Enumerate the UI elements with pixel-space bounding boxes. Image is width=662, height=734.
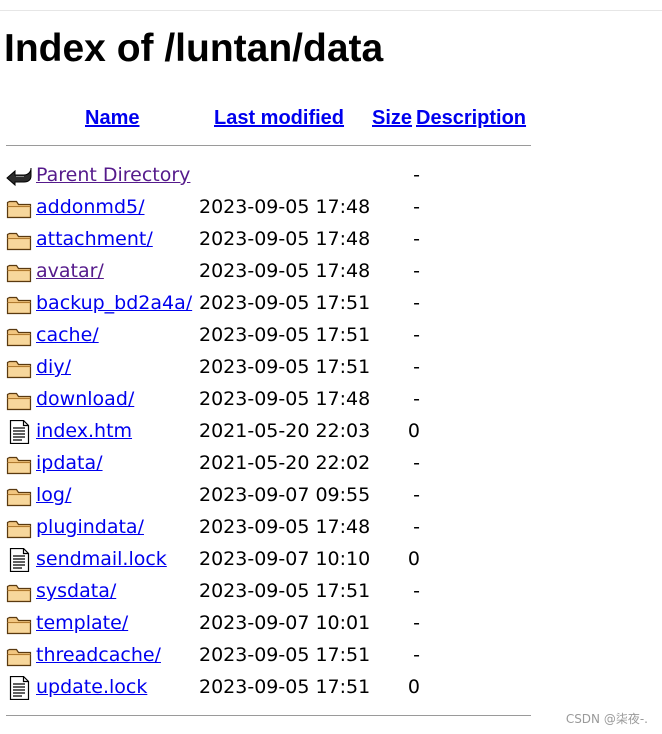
entry-last-modified: 2021-05-20 22:03 bbox=[199, 420, 371, 442]
listing-row: download/2023-09-05 17:48 - bbox=[0, 384, 560, 416]
entry-last-modified: 2023-09-05 17:51 bbox=[199, 580, 371, 602]
folder-icon bbox=[6, 612, 32, 636]
entry-name-link[interactable]: download/ bbox=[36, 386, 134, 412]
entry-name-link[interactable]: update.lock bbox=[36, 674, 147, 700]
entry-size: - bbox=[413, 356, 420, 378]
folder-icon bbox=[6, 644, 32, 668]
listing-row: update.lock 2023-09-05 17:51 0 bbox=[0, 672, 560, 704]
parent-directory-link[interactable]: Parent Directory bbox=[36, 162, 190, 188]
entry-last-modified: 2023-09-05 17:48 bbox=[199, 196, 371, 218]
entry-last-modified: 2023-09-07 09:55 bbox=[199, 484, 371, 506]
entry-name-link[interactable]: plugindata/ bbox=[36, 514, 144, 540]
entry-size: - bbox=[413, 484, 420, 506]
entry-name-link[interactable]: cache/ bbox=[36, 322, 99, 348]
header-divider bbox=[6, 145, 531, 146]
entry-last-modified: 2023-09-05 17:51 bbox=[199, 644, 371, 666]
folder-icon bbox=[6, 324, 32, 348]
column-header-name[interactable]: Name bbox=[85, 104, 139, 132]
parent-directory-row: Parent Directory - bbox=[0, 160, 560, 192]
entry-last-modified: 2023-09-05 17:48 bbox=[199, 260, 371, 282]
back-arrow-icon bbox=[6, 164, 32, 188]
entry-size: - bbox=[413, 388, 420, 410]
text-file-icon bbox=[6, 420, 32, 444]
entry-last-modified: 2023-09-05 17:51 bbox=[199, 324, 371, 346]
listing-row: avatar/2023-09-05 17:48 - bbox=[0, 256, 560, 288]
listing-row: index.htm 2021-05-20 22:03 0 bbox=[0, 416, 560, 448]
watermark: CSDN @柒夜-. bbox=[565, 712, 648, 726]
entry-name-link[interactable]: attachment/ bbox=[36, 226, 153, 252]
entry-last-modified: 2023-09-07 10:10 bbox=[199, 548, 371, 570]
entry-name-link[interactable]: sendmail.lock bbox=[36, 546, 167, 572]
entry-last-modified: 2023-09-05 17:51 bbox=[199, 292, 371, 314]
entry-last-modified: 2023-09-05 17:48 bbox=[199, 516, 371, 538]
column-header-size[interactable]: Size bbox=[372, 104, 412, 132]
folder-icon bbox=[6, 516, 32, 540]
listing-row: backup_bd2a4a/2023-09-05 17:51 - bbox=[0, 288, 560, 320]
column-header-description[interactable]: Description bbox=[416, 104, 526, 132]
folder-icon bbox=[6, 452, 32, 476]
listing-row: diy/2023-09-05 17:51 - bbox=[0, 352, 560, 384]
entry-size: 0 bbox=[407, 548, 420, 570]
entry-size: - bbox=[413, 196, 420, 218]
top-divider bbox=[0, 10, 662, 11]
listing-row: cache/2023-09-05 17:51 - bbox=[0, 320, 560, 352]
listing-row: template/2023-09-07 10:01 - bbox=[0, 608, 560, 640]
listing-row: ipdata/2021-05-20 22:02 - bbox=[0, 448, 560, 480]
entry-name-link[interactable]: log/ bbox=[36, 482, 71, 508]
text-file-icon bbox=[6, 676, 32, 700]
column-header-last-modified[interactable]: Last modified bbox=[214, 104, 344, 132]
listing-row: log/2023-09-07 09:55 - bbox=[0, 480, 560, 512]
folder-icon bbox=[6, 292, 32, 316]
folder-icon bbox=[6, 196, 32, 220]
entry-last-modified: 2021-05-20 22:02 bbox=[199, 452, 371, 474]
entry-size: - bbox=[413, 516, 420, 538]
entry-size: - bbox=[413, 228, 420, 250]
entry-last-modified: 2023-09-05 17:48 bbox=[199, 388, 371, 410]
entry-size: 0 bbox=[407, 676, 420, 698]
entry-size: - bbox=[413, 260, 420, 282]
entry-name-link[interactable]: sysdata/ bbox=[36, 578, 116, 604]
entry-size: - bbox=[413, 292, 420, 314]
text-file-icon bbox=[6, 548, 32, 572]
entry-name-link[interactable]: threadcache/ bbox=[36, 642, 161, 668]
folder-icon bbox=[6, 228, 32, 252]
entry-size: - bbox=[413, 612, 420, 634]
listing-row: threadcache/2023-09-05 17:51 - bbox=[0, 640, 560, 672]
entry-name-link[interactable]: backup_bd2a4a/ bbox=[36, 290, 192, 316]
listing-row: attachment/2023-09-05 17:48 - bbox=[0, 224, 560, 256]
entry-last-modified: 2023-09-05 17:51 bbox=[199, 356, 371, 378]
entry-name-link[interactable]: avatar/ bbox=[36, 258, 104, 284]
entry-last-modified: 2023-09-07 10:01 bbox=[199, 612, 371, 634]
listing-row: sendmail.lock 2023-09-07 10:10 0 bbox=[0, 544, 560, 576]
entry-last-modified: 2023-09-05 17:48 bbox=[199, 228, 371, 250]
entry-size: - bbox=[413, 164, 420, 186]
entry-name-link[interactable]: addonmd5/ bbox=[36, 194, 145, 220]
entry-size: - bbox=[413, 452, 420, 474]
entry-last-modified: 2023-09-05 17:51 bbox=[199, 676, 371, 698]
entry-name-link[interactable]: ipdata/ bbox=[36, 450, 103, 476]
entry-size: 0 bbox=[407, 420, 420, 442]
entry-name-link[interactable]: diy/ bbox=[36, 354, 71, 380]
entry-name-link[interactable]: index.htm bbox=[36, 418, 132, 444]
entry-size: - bbox=[413, 644, 420, 666]
listing-row: addonmd5/2023-09-05 17:48 - bbox=[0, 192, 560, 224]
folder-icon bbox=[6, 356, 32, 380]
folder-icon bbox=[6, 484, 32, 508]
entry-size: - bbox=[413, 580, 420, 602]
folder-icon bbox=[6, 580, 32, 604]
entry-size: - bbox=[413, 324, 420, 346]
entry-name-link[interactable]: template/ bbox=[36, 610, 128, 636]
folder-icon bbox=[6, 260, 32, 284]
listing-row: plugindata/2023-09-05 17:48 - bbox=[0, 512, 560, 544]
folder-icon bbox=[6, 388, 32, 412]
footer-divider bbox=[6, 715, 531, 716]
page-title: Index of /luntan/data bbox=[4, 27, 384, 70]
listing-row: sysdata/2023-09-05 17:51 - bbox=[0, 576, 560, 608]
